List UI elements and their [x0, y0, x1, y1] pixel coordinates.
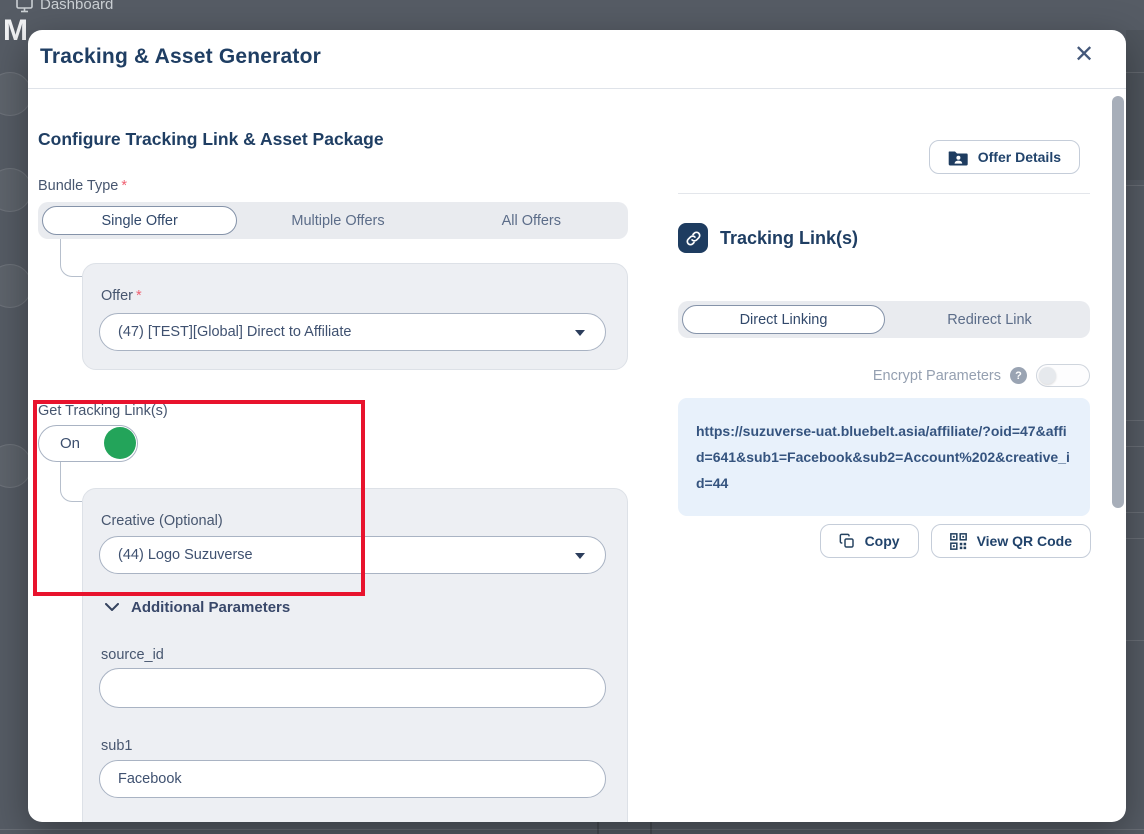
background-table-line	[1126, 538, 1144, 539]
background-table-band	[1126, 30, 1144, 180]
header-divider	[28, 88, 1126, 89]
offer-details-label: Offer Details	[978, 149, 1061, 165]
background-table-line	[1126, 72, 1144, 73]
chevron-down-icon	[575, 330, 585, 336]
offer-select-value: (47) [TEST][Global] Direct to Affiliate	[118, 324, 351, 340]
background-table-line	[650, 822, 652, 834]
tree-connector	[60, 462, 82, 502]
background-table-line	[1126, 640, 1144, 641]
configure-heading: Configure Tracking Link & Asset Package	[38, 129, 384, 150]
qr-code-icon	[950, 533, 967, 550]
creative-card: Creative (Optional) (44) Logo Suzuverse …	[82, 488, 628, 822]
get-tracking-label: Get Tracking Link(s)	[38, 403, 168, 419]
additional-parameters-label: Additional Parameters	[131, 599, 290, 616]
chevron-down-icon	[575, 553, 585, 559]
source-id-input[interactable]	[99, 668, 606, 708]
close-icon[interactable]: ✕	[1068, 38, 1100, 70]
get-tracking-toggle[interactable]: On	[38, 425, 138, 462]
offer-label: Offer*	[101, 288, 142, 304]
offer-details-button[interactable]: Offer Details	[929, 140, 1080, 174]
encrypt-parameters-toggle[interactable]	[1036, 364, 1090, 387]
encrypt-parameters-label: Encrypt Parameters	[873, 368, 1001, 384]
background-table-line	[1126, 420, 1144, 421]
chevron-down-icon	[105, 603, 119, 612]
background-table-line	[1126, 446, 1144, 447]
tab-single-offer[interactable]: Single Offer	[42, 206, 237, 235]
copy-button[interactable]: Copy	[820, 524, 919, 558]
required-asterisk: *	[121, 178, 127, 194]
bundle-type-tabs: Single Offer Multiple Offers All Offers	[38, 202, 628, 239]
copy-label: Copy	[865, 533, 900, 549]
monitor-icon	[16, 0, 33, 13]
required-asterisk: *	[136, 288, 142, 304]
tab-multiple-offers[interactable]: Multiple Offers	[241, 202, 434, 239]
background-table-line	[1126, 185, 1144, 186]
toggle-knob	[104, 427, 136, 459]
tab-all-offers[interactable]: All Offers	[435, 202, 628, 239]
offer-card: Offer* (47) [TEST][Global] Direct to Aff…	[82, 263, 628, 370]
view-qr-code-button[interactable]: View QR Code	[931, 524, 1091, 558]
help-icon[interactable]: ?	[1010, 367, 1027, 384]
modal-title: Tracking & Asset Generator	[40, 45, 321, 69]
creative-select-value: (44) Logo Suzuverse	[118, 547, 253, 563]
copy-icon	[839, 533, 855, 549]
sub1-label: sub1	[101, 738, 132, 754]
background-breadcrumb: Dashboard	[16, 0, 113, 13]
modal-scrollbar-thumb[interactable]	[1112, 96, 1124, 508]
toggle-knob	[1039, 367, 1056, 384]
tab-direct-linking[interactable]: Direct Linking	[682, 305, 885, 334]
view-qr-code-label: View QR Code	[977, 533, 1072, 549]
toggle-on-label: On	[60, 435, 80, 452]
tree-connector	[60, 239, 82, 277]
encrypt-parameters-row: Encrypt Parameters ?	[678, 364, 1090, 387]
tracking-asset-generator-modal: Tracking & Asset Generator ✕ Configure T…	[28, 30, 1126, 822]
tab-redirect-link[interactable]: Redirect Link	[889, 301, 1090, 338]
link-icon	[678, 223, 708, 253]
link-type-tabs: Direct Linking Redirect Link	[678, 301, 1090, 338]
tracking-url-text: https://suzuverse-uat.bluebelt.asia/affi…	[696, 423, 1070, 491]
breadcrumb-label: Dashboard	[40, 0, 113, 13]
tracking-links-header: Tracking Link(s)	[678, 223, 858, 253]
bundle-type-label: Bundle Type*	[38, 178, 127, 194]
folder-account-icon	[948, 149, 968, 166]
background-table-line	[0, 829, 1144, 830]
offer-select[interactable]: (47) [TEST][Global] Direct to Affiliate	[99, 313, 606, 351]
right-divider	[678, 193, 1090, 194]
source-id-label: source_id	[101, 647, 164, 663]
additional-parameters-toggle[interactable]: Additional Parameters	[105, 599, 290, 616]
background-table-line	[1126, 512, 1144, 513]
tracking-links-title: Tracking Link(s)	[720, 228, 858, 249]
creative-select[interactable]: (44) Logo Suzuverse	[99, 536, 606, 574]
background-page-heading: M	[3, 14, 28, 48]
url-actions-row: Copy View QR Code	[678, 524, 1091, 558]
background-table-line	[597, 822, 599, 834]
sub1-input[interactable]	[99, 760, 606, 798]
creative-label: Creative (Optional)	[101, 513, 223, 529]
tracking-url-box[interactable]: https://suzuverse-uat.bluebelt.asia/affi…	[678, 398, 1090, 516]
